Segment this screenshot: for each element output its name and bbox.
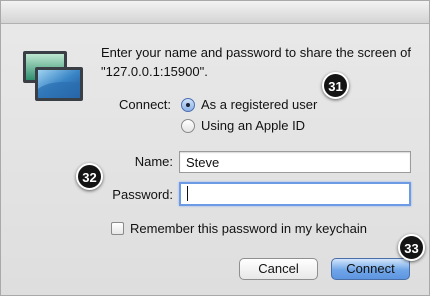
checkbox[interactable] xyxy=(111,222,124,235)
radio-apple-id[interactable]: Using an Apple ID xyxy=(181,118,305,133)
screen-sharing-dialog: Enter your name and password to share th… xyxy=(0,0,430,296)
screen-sharing-icon xyxy=(23,51,83,101)
prompt-text: Enter your name and password to share th… xyxy=(101,45,412,79)
radio-registered-user[interactable]: As a registered user xyxy=(181,97,317,112)
cancel-button[interactable]: Cancel xyxy=(239,258,318,280)
connect-label: Connect: xyxy=(119,97,172,112)
name-label: Name: xyxy=(134,154,173,169)
password-field[interactable] xyxy=(179,182,411,206)
step-badge-32: 32 xyxy=(76,163,103,190)
text-caret xyxy=(187,186,188,201)
step-badge-31: 31 xyxy=(322,72,349,99)
remember-password-checkbox[interactable]: Remember this password in my keychain xyxy=(111,221,367,236)
password-label: Password: xyxy=(112,187,173,202)
radio-label: Using an Apple ID xyxy=(201,118,306,133)
name-field[interactable] xyxy=(179,151,411,173)
remember-label: Remember this password in my keychain xyxy=(130,221,367,236)
step-badge-33: 33 xyxy=(398,234,425,261)
connect-button[interactable]: Connect xyxy=(331,258,410,280)
radio-button-selected[interactable] xyxy=(181,97,195,112)
title-bar[interactable] xyxy=(1,1,429,24)
radio-label: As a registered user xyxy=(201,97,318,112)
radio-button[interactable] xyxy=(181,118,195,133)
